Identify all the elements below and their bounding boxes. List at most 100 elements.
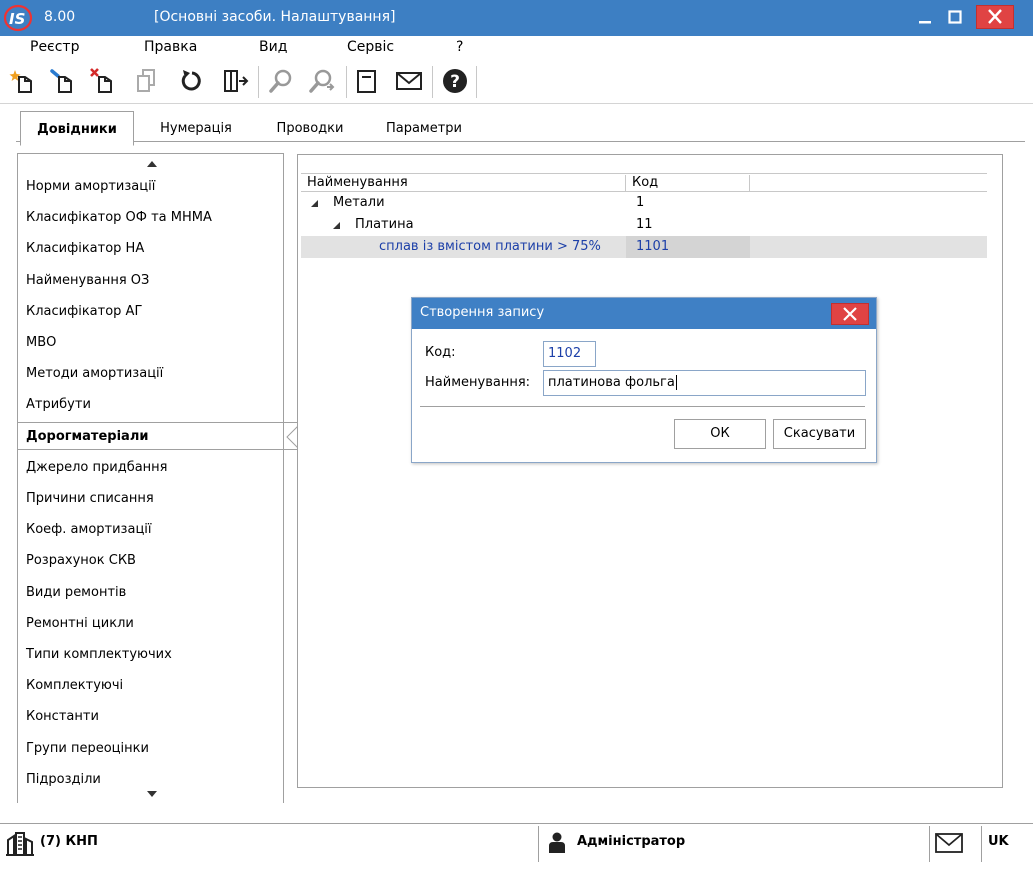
user-icon xyxy=(549,832,565,853)
column-header-code[interactable]: Код xyxy=(626,175,750,192)
cell-code: 11 xyxy=(636,217,653,232)
name-field[interactable]: платинова фольга xyxy=(543,370,866,396)
nav-item[interactable]: Класифікатор НА xyxy=(26,235,144,263)
table-row[interactable]: Платина 11 xyxy=(301,214,987,236)
nav-item[interactable]: Типи комплектуючих xyxy=(26,641,172,669)
svg-text:IS: IS xyxy=(9,10,25,28)
maximize-button[interactable] xyxy=(942,6,968,28)
help-button[interactable]: ? xyxy=(440,66,470,96)
nav-item[interactable]: Види ремонтів xyxy=(26,579,126,607)
nav-item[interactable]: Розрахунок СКВ xyxy=(26,547,136,575)
find-button[interactable] xyxy=(266,66,296,96)
cell-name: сплав із вмістом платини > 75% xyxy=(379,239,601,254)
minimize-icon xyxy=(919,21,931,24)
expand-toggle-icon[interactable] xyxy=(311,200,319,208)
minimize-button[interactable] xyxy=(912,6,938,28)
table-row[interactable]: сплав із вмістом платини > 75% 1101 xyxy=(301,236,987,258)
cell-name: Платина xyxy=(355,217,414,232)
refresh-button[interactable] xyxy=(176,66,206,96)
delete-icon xyxy=(90,68,112,93)
status-separator xyxy=(981,826,982,862)
window-title: [Основні засоби. Налаштування] xyxy=(154,9,396,25)
copy-icon xyxy=(137,69,155,92)
nav-item[interactable]: Дорогматеріали xyxy=(18,421,301,450)
nav-item[interactable]: Ремонтні цикли xyxy=(26,610,134,638)
nav-item[interactable]: Найменування ОЗ xyxy=(26,267,149,295)
nav-item[interactable]: МВО xyxy=(26,329,56,357)
language-indicator[interactable]: UK xyxy=(988,834,1009,849)
nav-item[interactable]: Атрибути xyxy=(26,391,91,419)
dialog-title-bar: Створення запису xyxy=(412,298,876,329)
code-label: Код: xyxy=(425,345,456,360)
nav-item[interactable]: Джерело придбання xyxy=(26,454,168,482)
edit-button[interactable] xyxy=(48,66,78,96)
copy-button[interactable] xyxy=(132,66,162,96)
dialog-separator xyxy=(420,406,865,407)
organization-icon xyxy=(6,832,34,856)
organization-label[interactable]: (7) КНП xyxy=(40,834,98,849)
mail-button[interactable] xyxy=(394,66,424,96)
title-bar: IS 8.00 [Основні засоби. Налаштування] xyxy=(0,0,1033,36)
table-row[interactable]: Метали 1 xyxy=(301,192,987,214)
menu-view[interactable]: Вид xyxy=(259,39,287,55)
scroll-down-icon[interactable] xyxy=(146,790,158,798)
nav-item[interactable]: Причини списання xyxy=(26,485,154,513)
menu-service[interactable]: Сервіс xyxy=(347,39,394,55)
dialog-title: Створення запису xyxy=(420,305,545,320)
cell-code: 1101 xyxy=(626,236,750,258)
content-panel: Найменування Код Метали 1 Платина 11 сплав і… xyxy=(297,154,1003,788)
edit-icon xyxy=(50,69,72,93)
toolbar-separator xyxy=(432,66,433,98)
menu-help[interactable]: ? xyxy=(456,39,463,55)
scroll-up-icon[interactable] xyxy=(146,160,158,168)
menu-registry[interactable]: Реєстр xyxy=(30,39,79,55)
expand-toggle-icon[interactable] xyxy=(333,222,341,230)
nav-item[interactable]: Константи xyxy=(26,703,99,731)
tab-dictionaries[interactable]: Довідники xyxy=(20,111,134,146)
cell-name: Метали xyxy=(333,195,385,210)
help-icon: ? xyxy=(443,69,467,93)
find-next-icon xyxy=(309,69,335,93)
ok-button[interactable]: ОК xyxy=(674,419,766,449)
note-button[interactable] xyxy=(352,66,382,96)
cancel-button[interactable]: Скасувати xyxy=(773,419,866,449)
name-label: Найменування: xyxy=(425,375,531,390)
svg-text:?: ? xyxy=(450,72,460,92)
close-icon xyxy=(988,9,1002,24)
nav-item[interactable]: Комплектуючі xyxy=(26,672,123,700)
create-button[interactable] xyxy=(8,66,38,96)
code-value: 1102 xyxy=(548,346,582,361)
nav-item[interactable]: Групи переоцінки xyxy=(26,735,149,763)
nav-item[interactable]: Коеф. амортизації xyxy=(26,516,152,544)
find-icon xyxy=(269,69,292,93)
nav-item[interactable]: Класифікатор АГ xyxy=(26,298,142,326)
nav-item[interactable]: Класифікатор ОФ та МНМА xyxy=(26,204,212,232)
nav-item[interactable]: Підрозділи xyxy=(26,766,101,794)
menu-edit[interactable]: Правка xyxy=(144,39,197,55)
mail-icon xyxy=(396,72,422,90)
note-icon xyxy=(357,70,376,93)
tab-parameters[interactable]: Параметри xyxy=(374,116,474,142)
user-label[interactable]: Адміністратор xyxy=(577,834,685,849)
exit-button[interactable] xyxy=(220,66,250,96)
data-grid: Найменування Код Метали 1 Платина 11 сплав і… xyxy=(301,173,987,258)
delete-button[interactable] xyxy=(88,66,118,96)
toolbar-separator xyxy=(346,66,347,98)
code-field[interactable]: 1102 xyxy=(543,341,596,367)
app-version: 8.00 xyxy=(44,9,76,25)
cell-code: 1 xyxy=(636,195,645,210)
tab-postings[interactable]: Проводки xyxy=(262,116,358,142)
status-separator xyxy=(929,826,930,862)
dialog-close-button[interactable] xyxy=(831,303,869,325)
menu-bar: Реєстр Правка Вид Сервіс ? xyxy=(0,36,1033,60)
dictionary-list: Норми амортизації Класифікатор ОФ та МНМА… xyxy=(17,153,304,803)
app-logo-icon: IS xyxy=(3,4,34,32)
find-next-button[interactable] xyxy=(306,66,336,96)
mail-icon[interactable] xyxy=(935,833,963,853)
grid-header: Найменування Код xyxy=(301,173,987,192)
nav-item[interactable]: Норми амортизації xyxy=(26,173,155,201)
tab-numbering[interactable]: Нумерація xyxy=(146,116,246,142)
column-header-name[interactable]: Найменування xyxy=(301,175,626,192)
close-button[interactable] xyxy=(976,5,1014,29)
nav-item[interactable]: Методи амортизації xyxy=(26,360,163,388)
